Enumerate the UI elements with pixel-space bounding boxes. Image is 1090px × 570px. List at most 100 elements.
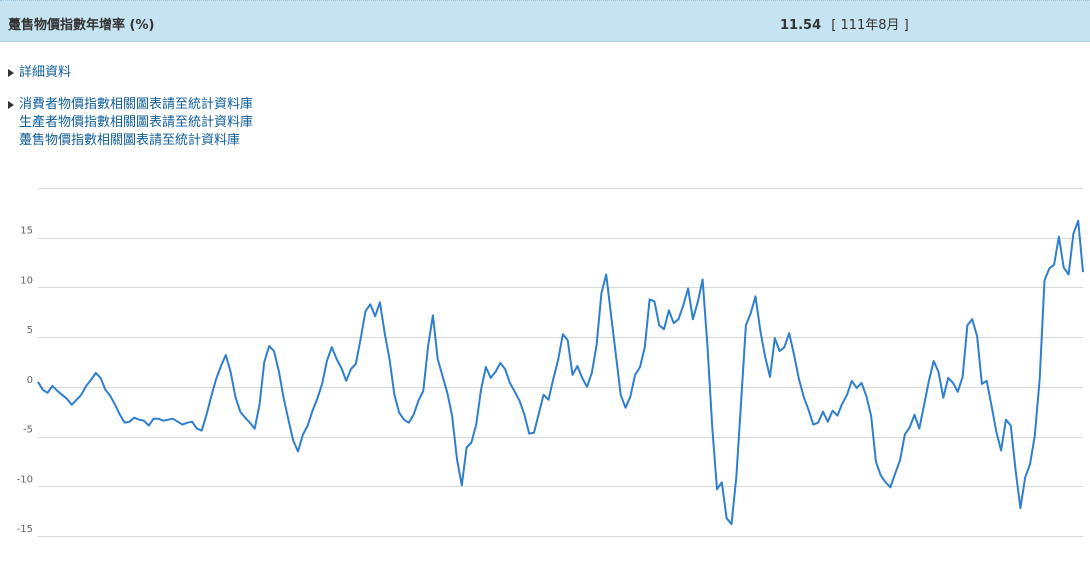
data-point[interactable] xyxy=(492,368,500,376)
data-point[interactable] xyxy=(679,301,687,309)
data-point[interactable] xyxy=(111,401,119,409)
data-point[interactable] xyxy=(376,298,384,306)
data-point[interactable] xyxy=(973,332,981,340)
data-point[interactable] xyxy=(631,371,639,379)
data-point[interactable] xyxy=(578,374,586,382)
data-point[interactable] xyxy=(530,429,538,437)
data-point[interactable] xyxy=(545,396,553,404)
data-point[interactable] xyxy=(289,437,297,445)
data-point[interactable] xyxy=(930,357,938,365)
data-point[interactable] xyxy=(309,407,317,415)
data-point[interactable] xyxy=(429,311,437,319)
data-point[interactable] xyxy=(198,427,206,435)
data-point[interactable] xyxy=(588,369,596,377)
data-point[interactable] xyxy=(97,374,105,382)
data-point[interactable] xyxy=(352,360,360,368)
data-point[interactable] xyxy=(713,485,721,493)
data-point[interactable] xyxy=(675,315,683,323)
data-point[interactable] xyxy=(569,371,577,379)
data-point[interactable] xyxy=(1021,473,1029,481)
data-point[interactable] xyxy=(689,315,697,323)
data-point[interactable] xyxy=(602,271,610,279)
data-point[interactable] xyxy=(323,357,331,365)
data-point[interactable] xyxy=(708,423,716,431)
data-point[interactable] xyxy=(650,297,658,305)
data-point[interactable] xyxy=(275,367,283,375)
data-point[interactable] xyxy=(790,351,798,359)
data-point[interactable] xyxy=(390,391,398,399)
data-point[interactable] xyxy=(843,391,851,399)
data-point[interactable] xyxy=(231,393,239,401)
data-point[interactable] xyxy=(703,341,711,349)
data-point[interactable] xyxy=(684,284,692,292)
data-point[interactable] xyxy=(549,375,557,383)
data-point[interactable] xyxy=(472,421,480,429)
data-point[interactable] xyxy=(453,455,461,463)
data-point[interactable] xyxy=(968,315,976,323)
data-point[interactable] xyxy=(1026,460,1034,468)
data-point[interactable] xyxy=(304,422,312,430)
data-point[interactable] xyxy=(699,276,707,284)
data-point[interactable] xyxy=(395,409,403,417)
data-point[interactable] xyxy=(959,373,967,381)
data-point[interactable] xyxy=(867,412,875,420)
data-point[interactable] xyxy=(617,391,625,399)
data-point[interactable] xyxy=(756,327,764,335)
data-point[interactable] xyxy=(1050,261,1058,269)
data-point[interactable] xyxy=(270,347,278,355)
data-point[interactable] xyxy=(357,335,365,343)
data-point[interactable] xyxy=(891,469,899,477)
data-point[interactable] xyxy=(920,401,928,409)
data-point[interactable] xyxy=(988,402,996,410)
data-point[interactable] xyxy=(328,343,336,351)
data-point[interactable] xyxy=(284,416,292,424)
data-point[interactable] xyxy=(694,298,702,306)
data-point[interactable] xyxy=(800,393,808,401)
data-point[interactable] xyxy=(641,343,649,351)
data-point[interactable] xyxy=(862,392,870,400)
data-point[interactable] xyxy=(145,422,153,430)
data-point[interactable] xyxy=(915,425,923,433)
data-point[interactable] xyxy=(439,372,447,380)
data-point[interactable] xyxy=(732,473,740,481)
data-point[interactable] xyxy=(1041,277,1049,285)
data-point[interactable] xyxy=(410,411,418,419)
data-point[interactable] xyxy=(1016,504,1024,512)
data-point[interactable] xyxy=(718,478,726,486)
data-point[interactable] xyxy=(188,418,196,426)
data-point[interactable] xyxy=(467,439,475,447)
data-point[interactable] xyxy=(443,389,451,397)
data-point[interactable] xyxy=(1007,422,1015,430)
data-point[interactable] xyxy=(337,364,345,372)
data-point[interactable] xyxy=(333,355,341,363)
ppi-database-link[interactable]: 生產者物價指數相關圖表請至統計資料庫 xyxy=(19,114,253,132)
data-point[interactable] xyxy=(1036,375,1044,383)
data-point[interactable] xyxy=(222,351,230,359)
data-point[interactable] xyxy=(299,431,307,439)
data-point[interactable] xyxy=(34,378,42,386)
data-point[interactable] xyxy=(665,306,673,314)
data-point[interactable] xyxy=(607,311,615,319)
data-point[interactable] xyxy=(925,377,933,385)
data-point[interactable] xyxy=(106,392,114,400)
data-point[interactable] xyxy=(949,379,957,387)
data-point[interactable] xyxy=(597,289,605,297)
data-point[interactable] xyxy=(795,375,803,383)
data-point[interactable] xyxy=(1069,230,1077,238)
data-point[interactable] xyxy=(87,376,95,384)
data-point[interactable] xyxy=(260,358,268,366)
data-point[interactable] xyxy=(506,379,514,387)
data-point[interactable] xyxy=(371,312,379,320)
data-point[interactable] xyxy=(280,394,288,402)
data-point[interactable] xyxy=(313,395,321,403)
wpi-database-link[interactable]: 躉售物價指數相關圖表請至統計資料庫 xyxy=(19,132,253,150)
data-point[interactable] xyxy=(814,419,822,427)
data-point[interactable] xyxy=(848,377,856,385)
data-point[interactable] xyxy=(44,389,52,397)
data-point[interactable] xyxy=(564,336,572,344)
data-point[interactable] xyxy=(294,448,302,456)
data-point[interactable] xyxy=(448,412,456,420)
data-point[interactable] xyxy=(872,457,880,465)
data-point[interactable] xyxy=(838,400,846,408)
data-point[interactable] xyxy=(207,392,215,400)
